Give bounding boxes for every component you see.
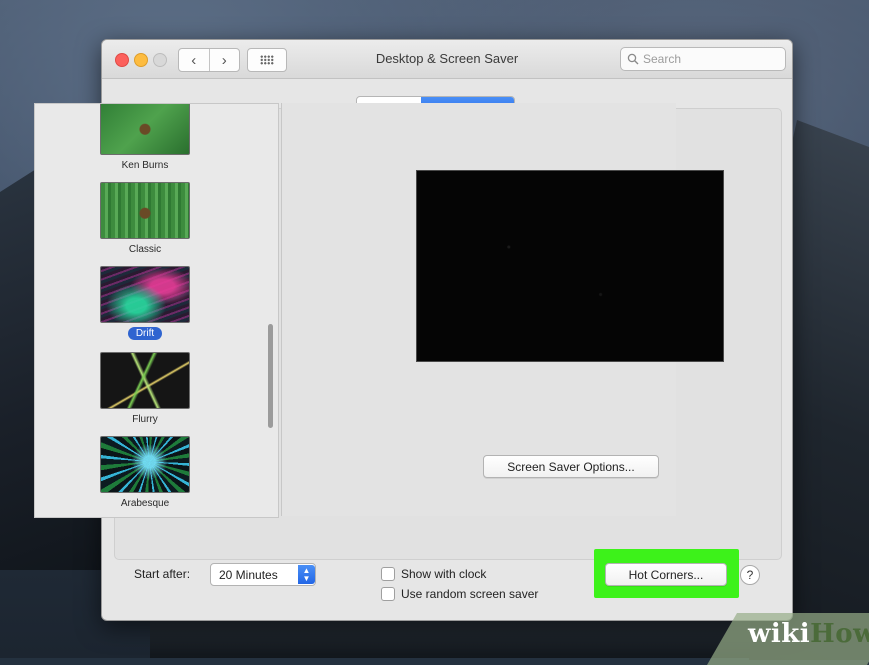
watermark-how: How bbox=[810, 619, 869, 649]
show-with-clock-checkbox[interactable]: Show with clock bbox=[381, 567, 486, 581]
screen-saver-list: Ken Burns Classic Drift Flurry Arabesque bbox=[34, 103, 279, 518]
hot-corners-button[interactable]: Hot Corners... bbox=[605, 563, 727, 586]
use-random-box[interactable] bbox=[381, 587, 395, 601]
drift-label: Drift bbox=[127, 327, 163, 340]
screen-saver-options-button[interactable]: Screen Saver Options... bbox=[483, 455, 659, 478]
drift-thumbnail[interactable] bbox=[100, 266, 190, 323]
screen-saver-preview bbox=[416, 170, 724, 362]
classic-label: Classic bbox=[128, 244, 162, 255]
start-after-label: Start after: bbox=[134, 567, 191, 581]
list-scrollbar[interactable] bbox=[268, 324, 273, 428]
title-bar: ‹ › Desktop & Screen Saver Search bbox=[102, 40, 792, 79]
list-item-classic[interactable]: Classic bbox=[35, 182, 255, 257]
stepper-arrows-icon: ▲ ▼ bbox=[298, 565, 315, 584]
search-placeholder: Search bbox=[643, 52, 682, 66]
arabesque-thumbnail[interactable] bbox=[100, 436, 190, 493]
list-item-ken-burns[interactable]: Ken Burns bbox=[35, 104, 255, 173]
help-button[interactable]: ? bbox=[740, 565, 760, 585]
show-with-clock-box[interactable] bbox=[381, 567, 395, 581]
use-random-label: Use random screen saver bbox=[401, 587, 539, 601]
ken-burns-thumbnail[interactable] bbox=[100, 104, 190, 155]
classic-thumbnail[interactable] bbox=[100, 182, 190, 239]
start-after-value: 20 Minutes bbox=[219, 567, 278, 582]
flurry-thumbnail[interactable] bbox=[100, 352, 190, 409]
arabesque-label: Arabesque bbox=[120, 498, 170, 509]
ken-burns-label: Ken Burns bbox=[121, 160, 169, 171]
list-item-arabesque[interactable]: Arabesque bbox=[35, 436, 255, 511]
watermark-wiki: wiki bbox=[748, 619, 811, 649]
show-with-clock-label: Show with clock bbox=[401, 567, 487, 581]
start-after-popup[interactable]: 20 Minutes ▲ ▼ bbox=[210, 563, 316, 586]
list-item-flurry[interactable]: Flurry bbox=[35, 352, 255, 427]
use-random-checkbox[interactable]: Use random screen saver bbox=[381, 587, 538, 601]
wikihow-watermark: wikiHow bbox=[748, 619, 869, 649]
search-input[interactable]: Search bbox=[620, 47, 786, 71]
flurry-label: Flurry bbox=[132, 414, 158, 425]
search-icon bbox=[627, 53, 639, 65]
list-item-drift[interactable]: Drift bbox=[35, 266, 255, 341]
